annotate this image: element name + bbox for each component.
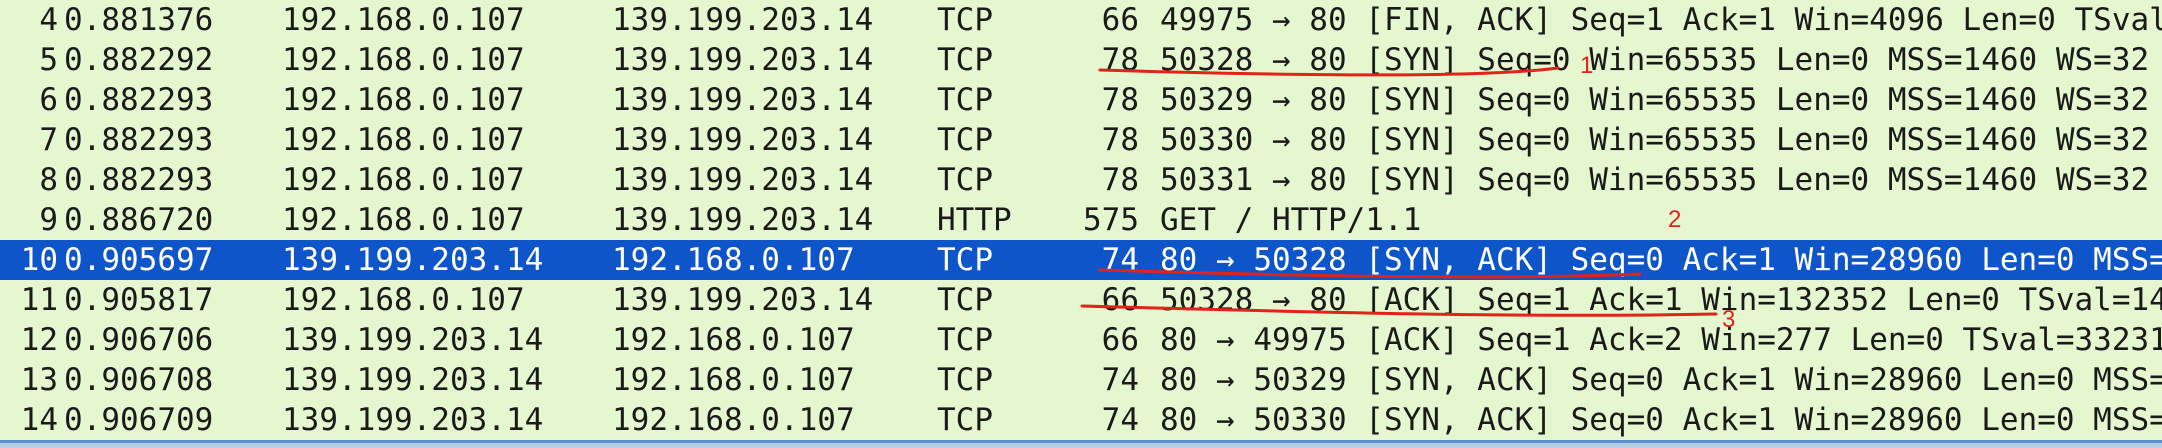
packet-row-10-selected[interactable]: 10 0.905697 139.199.203.14 192.168.0.107…	[0, 240, 2162, 280]
packet-info: 80 → 50328 [SYN, ACK] Seq=0 Ack=1 Win=28…	[1160, 242, 2162, 278]
packet-destination: 139.199.203.14	[612, 42, 874, 78]
packet-list: 4 0.881376 192.168.0.107 139.199.203.14 …	[0, 0, 2162, 448]
packet-row-6[interactable]: 6 0.882293 192.168.0.107 139.199.203.14 …	[0, 80, 2162, 120]
packet-protocol: TCP	[937, 2, 993, 38]
packet-row-5[interactable]: 5 0.882292 192.168.0.107 139.199.203.14 …	[0, 40, 2162, 80]
packet-number: 4	[39, 2, 58, 38]
packet-info: 50330 → 80 [SYN] Seq=0 Win=65535 Len=0 M…	[1160, 122, 2162, 158]
packet-destination: 139.199.203.14	[612, 122, 874, 158]
packet-time: 0.906708	[64, 362, 214, 398]
packet-row-7[interactable]: 7 0.882293 192.168.0.107 139.199.203.14 …	[0, 120, 2162, 160]
packet-protocol: TCP	[937, 282, 993, 318]
packet-time: 0.882293	[64, 82, 214, 118]
packet-protocol: TCP	[937, 82, 993, 118]
packet-time: 0.881376	[64, 2, 214, 38]
packet-destination: 139.199.203.14	[612, 2, 874, 38]
packet-destination: 139.199.203.14	[612, 202, 874, 238]
packet-number: 11	[20, 282, 58, 318]
packet-protocol: TCP	[937, 42, 993, 78]
packet-length: 575	[1083, 202, 1139, 238]
packet-length: 66	[1101, 322, 1139, 358]
packet-number: 14	[20, 402, 58, 438]
packet-length: 74	[1101, 242, 1139, 278]
packet-destination: 192.168.0.107	[612, 402, 855, 438]
packet-source: 192.168.0.107	[282, 202, 525, 238]
packet-number: 13	[20, 362, 58, 398]
packet-protocol: TCP	[937, 242, 993, 278]
packet-protocol: TCP	[937, 322, 993, 358]
packet-info: 50329 → 80 [SYN] Seq=0 Win=65535 Len=0 M…	[1160, 82, 2162, 118]
packet-source: 192.168.0.107	[282, 122, 525, 158]
packet-row-4[interactable]: 4 0.881376 192.168.0.107 139.199.203.14 …	[0, 0, 2162, 40]
packet-source: 139.199.203.14	[282, 362, 544, 398]
packet-number: 8	[39, 162, 58, 198]
packet-source: 192.168.0.107	[282, 2, 525, 38]
packet-length: 78	[1101, 82, 1139, 118]
packet-length: 66	[1101, 2, 1139, 38]
packet-number: 7	[39, 122, 58, 158]
packet-info: 80 → 50330 [SYN, ACK] Seq=0 Ack=1 Win=28…	[1160, 402, 2162, 438]
packet-time: 0.882293	[64, 122, 214, 158]
packet-number: 10	[20, 242, 58, 278]
packet-destination: 192.168.0.107	[612, 362, 855, 398]
packet-length: 66	[1101, 282, 1139, 318]
packet-row-8[interactable]: 8 0.882293 192.168.0.107 139.199.203.14 …	[0, 160, 2162, 200]
packet-length: 74	[1101, 362, 1139, 398]
packet-source: 139.199.203.14	[282, 242, 544, 278]
packet-row-11[interactable]: 11 0.905817 192.168.0.107 139.199.203.14…	[0, 280, 2162, 320]
packet-row-13[interactable]: 13 0.906708 139.199.203.14 192.168.0.107…	[0, 360, 2162, 400]
packet-number: 12	[20, 322, 58, 358]
packet-number: 5	[39, 42, 58, 78]
packet-number: 6	[39, 82, 58, 118]
packet-source: 192.168.0.107	[282, 282, 525, 318]
packet-length: 74	[1101, 402, 1139, 438]
packet-destination: 139.199.203.14	[612, 162, 874, 198]
packet-time: 0.882293	[64, 162, 214, 198]
packet-info: 49975 → 80 [FIN, ACK] Seq=1 Ack=1 Win=40…	[1160, 2, 2162, 38]
packet-length: 78	[1101, 122, 1139, 158]
packet-info: 50328 → 80 [SYN] Seq=0 Win=65535 Len=0 M…	[1160, 42, 2162, 78]
pane-splitter[interactable]	[0, 440, 2162, 448]
packet-row-9[interactable]: 9 0.886720 192.168.0.107 139.199.203.14 …	[0, 200, 2162, 240]
packet-destination: 139.199.203.14	[612, 282, 874, 318]
packet-source: 139.199.203.14	[282, 402, 544, 438]
packet-time: 0.882292	[64, 42, 214, 78]
packet-protocol: HTTP	[937, 202, 1012, 238]
packet-number: 9	[39, 202, 58, 238]
packet-info: 80 → 49975 [ACK] Seq=1 Ack=2 Win=277 Len…	[1160, 322, 2162, 358]
packet-protocol: TCP	[937, 122, 993, 158]
packet-time: 0.905697	[64, 242, 214, 278]
packet-source: 139.199.203.14	[282, 322, 544, 358]
packet-time: 0.906709	[64, 402, 214, 438]
packet-time: 0.906706	[64, 322, 214, 358]
packet-protocol: TCP	[937, 362, 993, 398]
packet-protocol: TCP	[937, 402, 993, 438]
packet-row-14[interactable]: 14 0.906709 139.199.203.14 192.168.0.107…	[0, 400, 2162, 440]
packet-source: 192.168.0.107	[282, 42, 525, 78]
packet-time: 0.905817	[64, 282, 214, 318]
packet-info: 50331 → 80 [SYN] Seq=0 Win=65535 Len=0 M…	[1160, 162, 2162, 198]
packet-protocol: TCP	[937, 162, 993, 198]
packet-length: 78	[1101, 42, 1139, 78]
packet-destination: 139.199.203.14	[612, 82, 874, 118]
packet-row-12[interactable]: 12 0.906706 139.199.203.14 192.168.0.107…	[0, 320, 2162, 360]
packet-time: 0.886720	[64, 202, 214, 238]
packet-info: 50328 → 80 [ACK] Seq=1 Ack=1 Win=132352 …	[1160, 282, 2162, 318]
packet-source: 192.168.0.107	[282, 82, 525, 118]
packet-info: GET / HTTP/1.1	[1160, 202, 1422, 238]
packet-destination: 192.168.0.107	[612, 322, 855, 358]
packet-destination: 192.168.0.107	[612, 242, 855, 278]
packet-info: 80 → 50329 [SYN, ACK] Seq=0 Ack=1 Win=28…	[1160, 362, 2162, 398]
packet-source: 192.168.0.107	[282, 162, 525, 198]
packet-length: 78	[1101, 162, 1139, 198]
